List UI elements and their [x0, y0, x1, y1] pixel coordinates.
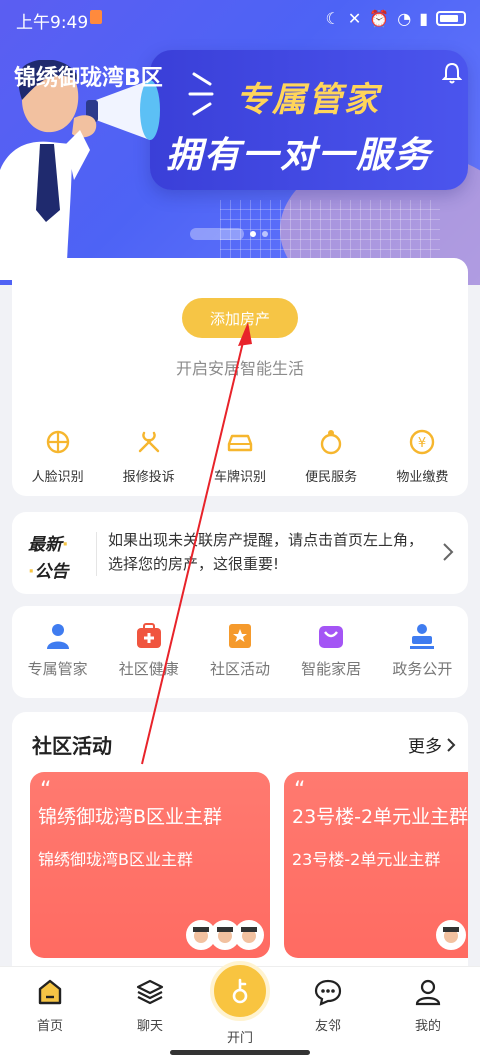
- government-icon: [410, 624, 435, 649]
- quote-icon: “: [40, 778, 52, 803]
- activities-title: 社区活动: [32, 734, 112, 758]
- service-government[interactable]: 政务公开: [379, 622, 465, 679]
- quick-action-plate[interactable]: 车牌识别: [197, 428, 283, 485]
- service-label: 专属管家: [27, 660, 88, 678]
- announcement-logo: 最新· ·公告: [28, 530, 88, 582]
- notification-icon: [90, 10, 102, 24]
- home-indicator: [170, 1050, 310, 1055]
- quick-action-label: 人脸识别: [31, 470, 84, 485]
- chevron-right-icon[interactable]: [442, 542, 454, 562]
- announcement-logo-line1: 最新·: [28, 535, 69, 555]
- activity-subtitle: 锦绣御珑湾B区业主群: [38, 850, 193, 869]
- wifi-icon: ◔: [397, 9, 412, 28]
- announcement-card[interactable]: 最新· ·公告 如果出现未关联房产提醒，请点击首页左上角，选择您的房产，这很重要…: [12, 512, 468, 594]
- signal-icon: ▮: [419, 9, 428, 28]
- announcement-text: 如果出现未关联房产提醒，请点击首页左上角，选择您的房产，这很重要!: [108, 531, 424, 573]
- health-icon: [136, 623, 161, 648]
- svg-text:¥: ¥: [418, 436, 426, 451]
- member-avatars: [186, 920, 264, 950]
- activity-icon: [228, 624, 251, 648]
- divider: [96, 532, 97, 576]
- more-label: 更多: [408, 737, 442, 757]
- layers-icon: [136, 979, 164, 1005]
- repair-icon: [138, 431, 159, 453]
- key-icon: [232, 978, 248, 1004]
- nav-label: 我的: [414, 1019, 441, 1034]
- activities-more-link[interactable]: 更多: [408, 732, 456, 757]
- avatar: [234, 920, 264, 950]
- activity-title: 23号楼-2单元业主群: [292, 806, 468, 828]
- activity-tile[interactable]: “ 23号楼-2单元业主群 23号楼-2单元业主群: [284, 772, 468, 958]
- banner-title-line1: 专属管家: [236, 80, 380, 120]
- quick-action-label: 车牌识别: [213, 470, 266, 485]
- quick-action-payment[interactable]: ¥ 物业缴费: [379, 428, 465, 485]
- service-icon: [320, 430, 342, 455]
- services-card: 专属管家 社区健康 社区活动 智能家居 政务公开: [12, 606, 468, 698]
- moon-icon: ☾: [325, 9, 340, 28]
- banner-pagination: [190, 228, 268, 240]
- butler-icon: [46, 624, 69, 649]
- smart-home-icon: [319, 626, 344, 648]
- chat-bubble-icon: [314, 979, 342, 1006]
- activities-card: 社区活动 更多 “ 锦绣御珑湾B区业主群 锦绣御珑湾B区业主群 “ 23号楼-2…: [12, 712, 468, 982]
- activity-title: 锦绣御珑湾B区业主群: [38, 806, 223, 828]
- nav-label: 首页: [36, 1019, 63, 1034]
- user-icon: [415, 979, 441, 1006]
- activity-subtitle: 23号楼-2单元业主群: [292, 850, 441, 869]
- nav-home[interactable]: 首页: [10, 977, 90, 1034]
- banner[interactable]: 专属管家 拥有一对一服务: [0, 0, 480, 285]
- service-label: 社区活动: [209, 660, 270, 678]
- sound-lines-icon: [188, 72, 214, 116]
- activity-tile[interactable]: “ 锦绣御珑湾B区业主群 锦绣御珑湾B区业主群: [30, 772, 270, 958]
- nav-label: 友邻: [314, 1019, 341, 1034]
- butler-illustration: [0, 60, 160, 280]
- home-icon: [38, 979, 62, 1005]
- bottom-nav: 首页 聊天 开门 友邻 我的: [0, 961, 480, 1058]
- status-time: 上午9:49: [16, 13, 89, 33]
- alarm-icon: ⏰: [369, 9, 390, 28]
- quick-action-label: 报修投诉: [122, 470, 175, 485]
- service-activity[interactable]: 社区活动: [197, 622, 283, 679]
- nav-label: 聊天: [136, 1019, 163, 1034]
- service-smart-home[interactable]: 智能家居: [288, 622, 374, 679]
- open-door-button[interactable]: [210, 961, 270, 1021]
- quick-action-face[interactable]: 人脸识别: [15, 428, 101, 485]
- banner-title-line2: 拥有一对一服务: [166, 135, 433, 176]
- nav-label-open: 开门: [226, 1031, 253, 1046]
- pagination-dot: [262, 231, 268, 237]
- status-bar: 上午9:49 ☾ ✕ ⏰ ◔ ▮: [0, 0, 480, 36]
- payment-icon: ¥: [410, 429, 435, 455]
- avatar: [436, 920, 466, 950]
- bell-icon[interactable]: [442, 62, 462, 84]
- service-health[interactable]: 社区健康: [106, 622, 192, 679]
- quick-actions: 人脸识别 报修投诉 车牌识别 便民服务 ¥ 物业缴费: [12, 428, 468, 485]
- services-row: 专属管家 社区健康 社区活动 智能家居 政务公开: [12, 622, 468, 679]
- service-label: 政务公开: [392, 660, 453, 678]
- community-selector[interactable]: 锦绣御珑湾B区: [14, 60, 163, 92]
- nav-chat[interactable]: 聊天: [110, 977, 190, 1034]
- property-subtitle: 开启安居智能生活: [175, 359, 304, 378]
- quick-action-service[interactable]: 便民服务: [288, 428, 374, 485]
- chevron-right-icon: [447, 737, 456, 752]
- mute-icon: ✕: [347, 9, 362, 28]
- quote-icon: “: [294, 778, 306, 803]
- service-butler[interactable]: 专属管家: [15, 622, 101, 679]
- car-icon: [227, 434, 253, 452]
- add-property-button[interactable]: 添加房产: [182, 298, 298, 338]
- quick-action-label: 物业缴费: [396, 470, 449, 485]
- service-label: 智能家居: [301, 660, 362, 678]
- announcement-logo-line2: ·公告: [28, 562, 69, 582]
- pagination-dot-active: [250, 231, 256, 237]
- status-icons: ☾ ✕ ⏰ ◔ ▮: [326, 9, 466, 28]
- member-avatars: [436, 920, 466, 950]
- service-label: 社区健康: [118, 660, 179, 678]
- face-recognition-icon: [46, 430, 69, 454]
- pagination-track: [190, 228, 244, 240]
- battery-icon: [436, 11, 466, 26]
- nav-mine[interactable]: 我的: [388, 977, 468, 1034]
- nav-neighbors[interactable]: 友邻: [288, 977, 368, 1034]
- quick-action-label: 便民服务: [305, 470, 358, 485]
- quick-action-repair[interactable]: 报修投诉: [106, 428, 192, 485]
- property-card: 添加房产 开启安居智能生活 人脸识别 报修投诉 车牌识别 便民服务 ¥ 物业缴费: [12, 258, 468, 496]
